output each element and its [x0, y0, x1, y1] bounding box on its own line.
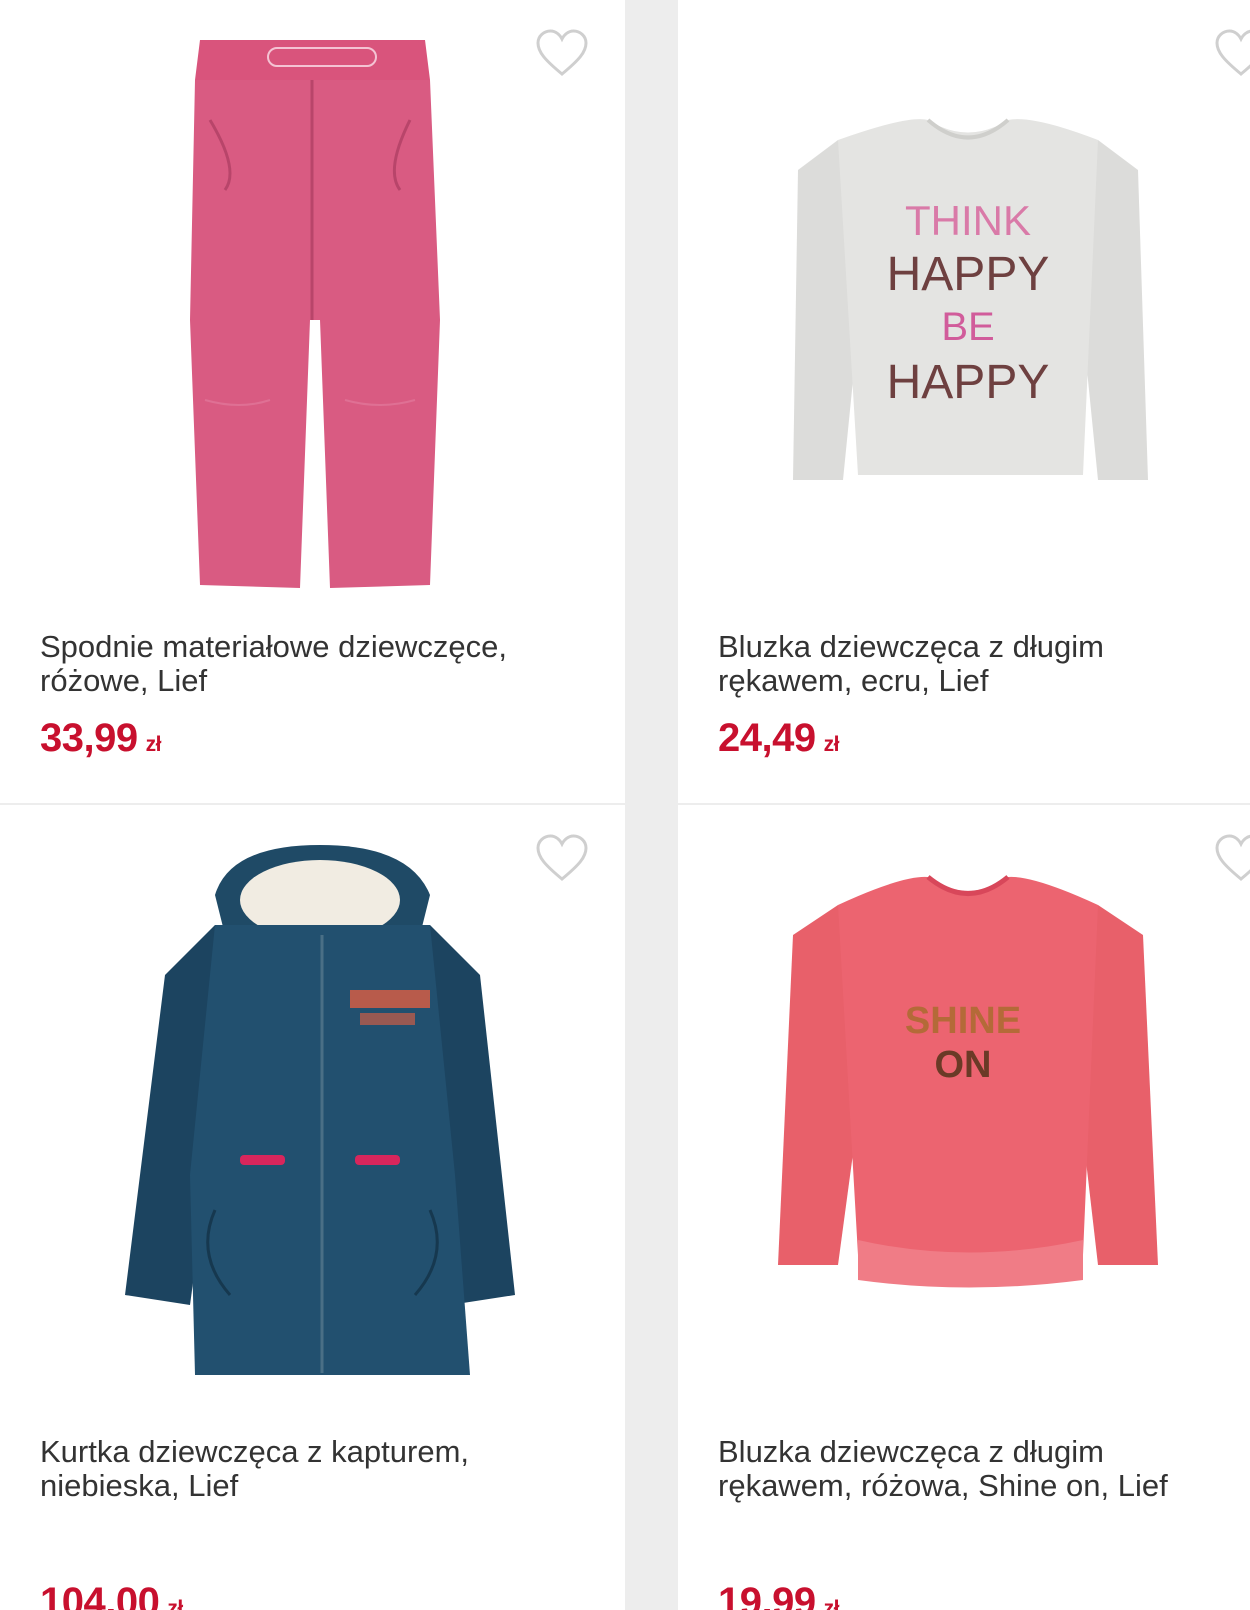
product-title[interactable]: Spodnie materiałowe dziewczęce, różowe, …	[40, 630, 580, 698]
print-line: THINK	[905, 197, 1031, 244]
product-card[interactable]: SHINE ON Bluzka dziewczęca z długim ręka…	[678, 805, 1250, 1610]
product-price: 24,49 zł	[718, 716, 839, 761]
product-grid: Spodnie materiałowe dziewczęce, różowe, …	[0, 0, 1250, 1610]
print-line: ON	[935, 1044, 992, 1086]
price-value: 104,00	[40, 1580, 160, 1610]
product-price: 104,00 zł	[40, 1580, 183, 1610]
product-image[interactable]: THINK HAPPY BE HAPPY	[678, 20, 1250, 610]
product-card[interactable]: Kurtka dziewczęca z kapturem, niebieska,…	[0, 805, 625, 1610]
product-image[interactable]	[0, 20, 625, 610]
price-currency: zł	[167, 1597, 183, 1610]
price-value: 19,99	[718, 1580, 816, 1610]
product-title[interactable]: Bluzka dziewczęca z długim rękawem, ecru…	[718, 630, 1238, 698]
product-title[interactable]: Kurtka dziewczęca z kapturem, niebieska,…	[40, 1435, 580, 1503]
print-line: HAPPY	[887, 248, 1050, 301]
price-currency: zł	[823, 1597, 840, 1610]
print-line: BE	[941, 305, 994, 349]
price-value: 33,99	[40, 716, 138, 760]
product-title[interactable]: Bluzka dziewczęca z długim rękawem, różo…	[718, 1435, 1238, 1503]
print-line: SHINE	[905, 1000, 1021, 1042]
price-currency: zł	[145, 733, 162, 756]
price-value: 24,49	[718, 716, 816, 760]
product-card[interactable]: THINK HAPPY BE HAPPY Bluzka dziewczęca z…	[678, 0, 1250, 803]
product-price: 33,99 zł	[40, 716, 161, 761]
product-card[interactable]: Spodnie materiałowe dziewczęce, różowe, …	[0, 0, 625, 803]
product-image[interactable]: SHINE ON	[678, 825, 1250, 1415]
price-currency: zł	[823, 733, 840, 756]
product-image[interactable]	[0, 825, 625, 1415]
product-price: 19,99 zł	[718, 1580, 839, 1610]
print-line: HAPPY	[887, 356, 1050, 409]
